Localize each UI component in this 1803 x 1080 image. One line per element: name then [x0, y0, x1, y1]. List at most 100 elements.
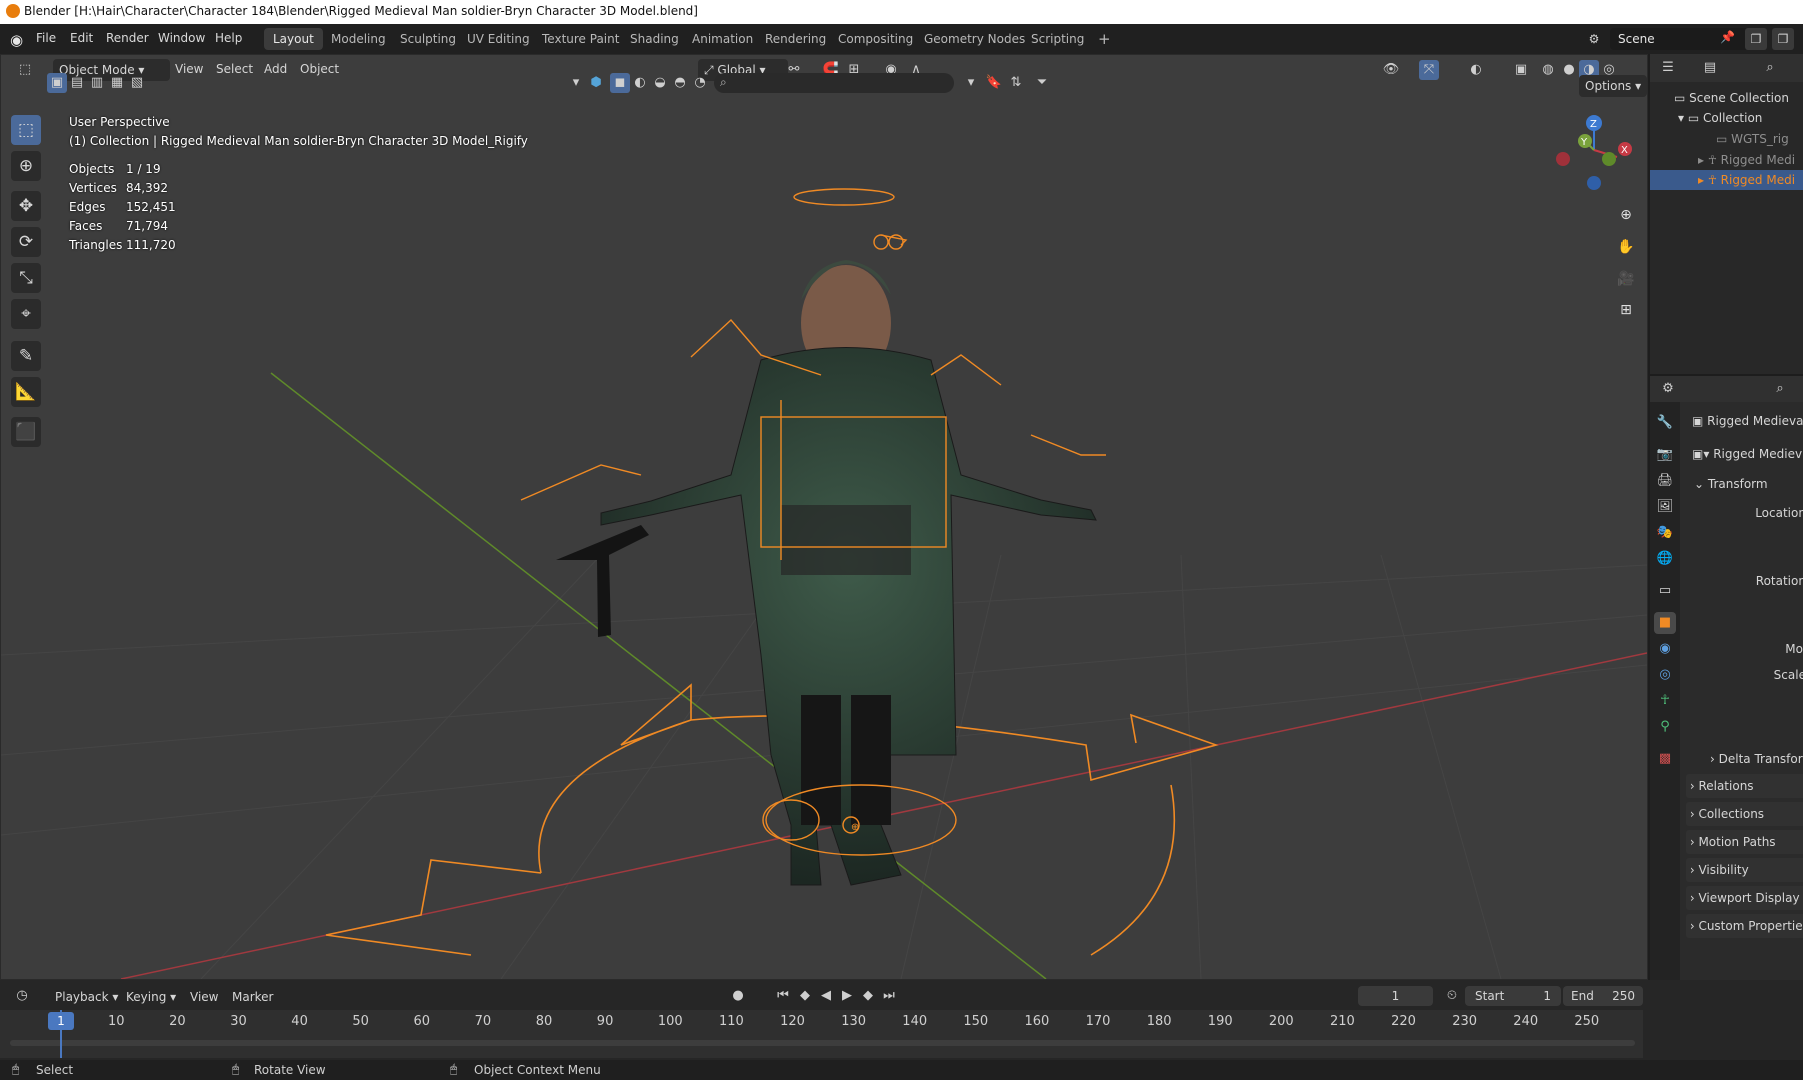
panel-relations[interactable]: › Relations — [1686, 774, 1803, 798]
outliner-search-icon[interactable]: ⌕ — [1760, 58, 1780, 78]
cursor-tool-icon[interactable]: ⊕ — [11, 151, 41, 181]
texture-tab-icon[interactable]: ▩ — [1654, 748, 1676, 770]
menu-edit[interactable]: Edit — [70, 31, 93, 45]
jump-end-icon[interactable]: ⏭ — [879, 986, 899, 1006]
tab-animation[interactable]: Animation — [683, 28, 762, 50]
select-intersect-icon[interactable]: ▧ — [127, 73, 147, 93]
bone-tab-icon[interactable]: ⚲ — [1654, 716, 1676, 738]
output-tab-icon[interactable]: 🖨 — [1654, 470, 1676, 492]
physics-tab-icon[interactable]: ◎ — [1654, 664, 1676, 686]
filter-dropdown-icon[interactable]: ▾ — [961, 73, 981, 93]
tab-rendering[interactable]: Rendering — [756, 28, 835, 50]
overlay-toggle-icon[interactable]: ◐ — [1466, 60, 1486, 80]
panel-motion-paths[interactable]: › Motion Paths — [1686, 830, 1803, 854]
current-frame-field[interactable]: 1 — [1358, 986, 1433, 1006]
filter-mesh-icon[interactable]: ◼ — [610, 73, 630, 93]
panel-collections[interactable]: › Collections — [1686, 802, 1803, 826]
render-tab-icon[interactable]: 📷 — [1654, 444, 1676, 466]
outliner-row[interactable]: ▭ WGTS_rig — [1650, 129, 1803, 149]
tab-shading[interactable]: Shading — [621, 28, 688, 50]
scene-tab-icon[interactable]: 🎭 — [1654, 522, 1676, 544]
object-type-icon[interactable]: ⬢ — [586, 73, 606, 93]
menu-window[interactable]: Window — [158, 31, 205, 45]
navigation-gizmo[interactable]: Z Y X — [1549, 105, 1639, 195]
scene-icon[interactable]: ⚙ — [1583, 28, 1605, 50]
object-tab-icon[interactable]: ■ — [1654, 612, 1676, 634]
timeline-menu-marker[interactable]: Marker — [232, 990, 273, 1004]
tool-tab-icon[interactable]: 🔧 — [1654, 412, 1676, 434]
menu-file[interactable]: File — [36, 31, 56, 45]
select-invert-icon[interactable]: ▦ — [107, 73, 127, 93]
shading-solid-icon[interactable]: ● — [1559, 60, 1579, 80]
select-extend-icon[interactable]: ▤ — [67, 73, 87, 93]
gizmo-neg-y[interactable] — [1602, 152, 1616, 166]
zoom-icon[interactable]: ⊕ — [1614, 203, 1638, 227]
annotate-tool-icon[interactable]: ✎ — [11, 341, 41, 371]
panel-custom-properties[interactable]: › Custom Properties — [1686, 914, 1803, 938]
object-name-field[interactable]: ▣ Rigged Medieval — [1692, 414, 1803, 428]
add-workspace-icon[interactable]: + — [1089, 28, 1120, 50]
move-tool-icon[interactable]: ✥ — [11, 191, 41, 221]
ortho-grid-icon[interactable]: ⊞ — [1614, 298, 1638, 322]
outliner-editor-icon[interactable]: ☰ — [1658, 58, 1678, 78]
timeline-editor-icon[interactable]: ◷ — [12, 986, 32, 1006]
editor-type-icon[interactable]: ⬚ — [15, 60, 35, 80]
viewport-menu-object[interactable]: Object — [300, 62, 339, 76]
outliner-row[interactable]: ▭ Scene Collection — [1650, 88, 1803, 108]
tab-layout[interactable]: Layout — [264, 28, 323, 50]
panel-visibility[interactable]: › Visibility — [1686, 858, 1803, 882]
select-subtract-icon[interactable]: ▥ — [87, 73, 107, 93]
record-icon[interactable]: ● — [728, 986, 748, 1006]
tab-sculpting[interactable]: Sculpting — [391, 28, 465, 50]
filter-other-icon[interactable]: ◔ — [690, 73, 710, 93]
viewport-search-input[interactable]: ⌕ — [714, 73, 954, 93]
viewport-menu-select[interactable]: Select — [216, 62, 253, 76]
filter-camera-icon[interactable]: ◒ — [650, 73, 670, 93]
viewport-menu-view[interactable]: View — [175, 62, 203, 76]
select-box-tool-icon[interactable]: ⬚ — [11, 115, 41, 145]
transform-tool-icon[interactable]: ⌖ — [11, 299, 41, 329]
properties-editor-icon[interactable]: ⚙ — [1658, 379, 1678, 399]
tab-scripting[interactable]: Scripting — [1022, 28, 1093, 50]
outliner-row-selected[interactable]: ▸ ☥ Rigged Medi — [1650, 170, 1803, 190]
shading-wireframe-icon[interactable]: ◍ — [1538, 60, 1558, 80]
menu-help[interactable]: Help — [215, 31, 242, 45]
view-layer-tab-icon[interactable]: 🖼 — [1654, 496, 1676, 518]
tab-texture-paint[interactable]: Texture Paint — [533, 28, 628, 50]
prev-keyframe-icon[interactable]: ◆ — [795, 986, 815, 1006]
tab-uv-editing[interactable]: UV Editing — [458, 28, 539, 50]
play-reverse-icon[interactable]: ◀ — [816, 986, 836, 1006]
timeline-menu-view[interactable]: View — [190, 990, 218, 1004]
menu-render[interactable]: Render — [106, 31, 149, 45]
playhead-frame[interactable]: 1 — [48, 1012, 74, 1030]
timeline-menu-playback[interactable]: Playback ▾ — [55, 990, 118, 1004]
measure-tool-icon[interactable]: 📐 — [11, 377, 41, 407]
modifier-tab-icon[interactable]: ◉ — [1654, 638, 1676, 660]
pin-icon[interactable]: 📌 — [1720, 30, 1735, 44]
transform-panel-header[interactable]: ⌄ Transform — [1694, 477, 1768, 491]
scale-tool-icon[interactable]: ⤡ — [11, 263, 41, 293]
start-frame-field[interactable]: Start 1 — [1465, 986, 1561, 1006]
timeline-scrollbar[interactable] — [10, 1040, 1635, 1046]
filter-light-icon[interactable]: ◐ — [630, 73, 650, 93]
next-keyframe-icon[interactable]: ◆ — [858, 986, 878, 1006]
filter-funnel-icon[interactable]: ⏷ — [1032, 73, 1052, 93]
play-icon[interactable]: ▶ — [837, 986, 857, 1006]
chevron-down-icon[interactable]: ▾ — [566, 73, 586, 93]
xray-icon[interactable]: ▣ — [1511, 60, 1531, 80]
properties-search-icon[interactable]: ⌕ — [1770, 379, 1790, 399]
timeline-menu-keying[interactable]: Keying ▾ — [126, 990, 176, 1004]
tab-modeling[interactable]: Modeling — [322, 28, 395, 50]
outliner-row[interactable]: ▸ ☥ Rigged Medi — [1650, 150, 1803, 170]
clock-icon[interactable]: ⏲ — [1442, 986, 1462, 1006]
tab-geometry-nodes[interactable]: Geometry Nodes — [915, 28, 1034, 50]
delta-transform-header[interactable]: › Delta Transform — [1710, 752, 1803, 766]
rotate-tool-icon[interactable]: ⟳ — [11, 227, 41, 257]
jump-start-icon[interactable]: ⏮ — [773, 986, 793, 1006]
gizmo-neg-z[interactable] — [1587, 176, 1601, 190]
new-scene-icon[interactable]: ❐ — [1745, 28, 1767, 50]
gizmo-toggle-icon[interactable]: ⤧ — [1419, 60, 1439, 80]
object-data-tab-icon[interactable]: ☥ — [1654, 690, 1676, 712]
3d-viewport[interactable]: ⊕ ⬚ Object Mode ▾ View Select Add Object… — [0, 54, 1648, 980]
world-tab-icon[interactable]: 🌐 — [1654, 548, 1676, 570]
